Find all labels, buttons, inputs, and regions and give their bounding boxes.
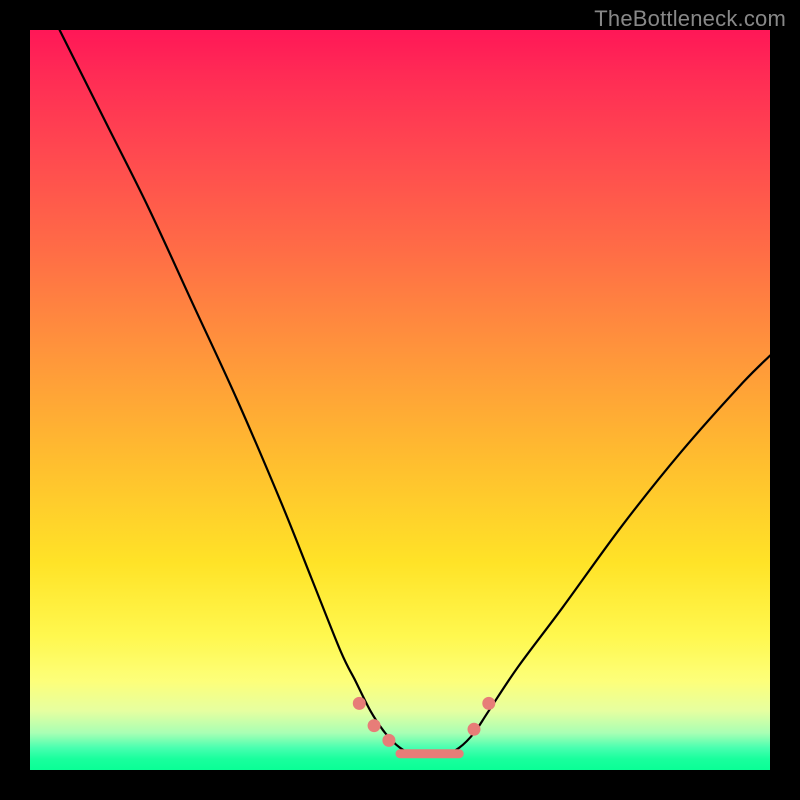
highlight-dot (368, 719, 381, 732)
highlight-dot (353, 697, 366, 710)
highlight-dot (382, 734, 395, 747)
highlight-dot (482, 697, 495, 710)
watermark-label: TheBottleneck.com (594, 6, 786, 32)
chart-svg-layer (30, 30, 770, 770)
chart-frame: TheBottleneck.com (0, 0, 800, 800)
bottleneck-curve (60, 30, 770, 756)
highlight-dots (353, 697, 496, 747)
highlight-dot (468, 723, 481, 736)
